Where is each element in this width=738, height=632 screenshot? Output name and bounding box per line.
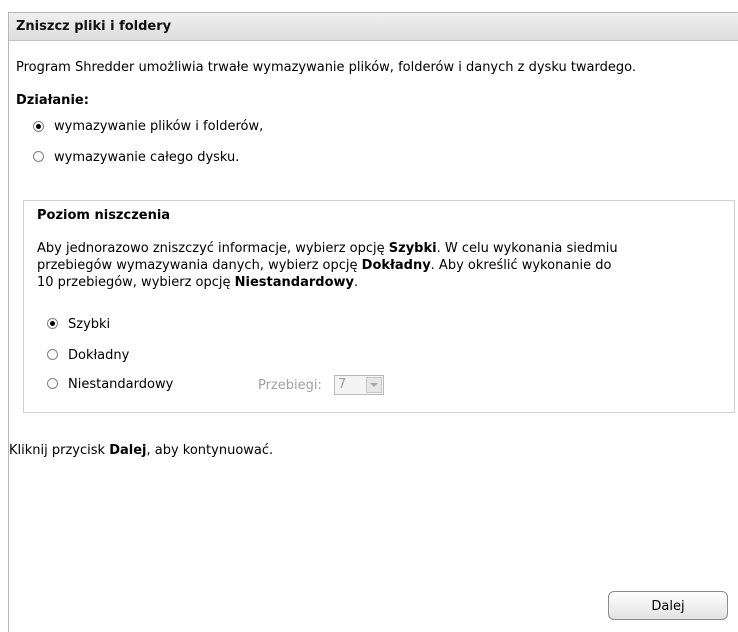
radio-erase-files-label[interactable]: wymazywanie plików i folderów, (54, 119, 263, 134)
shred-level-description: Aby jednorazowo zniszczyć informacje, wy… (37, 241, 618, 290)
page-title: Zniszcz pliki i foldery (9, 13, 738, 41)
radio-erase-files[interactable] (33, 121, 44, 132)
radio-erase-disk[interactable] (33, 151, 44, 162)
radio-thorough[interactable] (47, 349, 58, 360)
passes-label: Przebiegi: (258, 378, 322, 393)
intro-text: Program Shredder umożliwia trwałe wymazy… (16, 60, 636, 75)
radio-quick[interactable] (47, 318, 58, 329)
radio-thorough-label[interactable]: Dokładny (68, 348, 129, 363)
radio-custom-label[interactable]: Niestandardowy (68, 377, 173, 392)
chevron-down-icon[interactable] (366, 377, 382, 393)
passes-value: 7 (338, 377, 347, 392)
radio-erase-disk-label[interactable]: wymazywanie całego dysku. (54, 150, 239, 165)
next-button[interactable]: Dalej (608, 591, 728, 620)
shred-level-title: Poziom niszczenia (37, 208, 171, 223)
radio-custom[interactable] (47, 378, 58, 389)
radio-quick-label[interactable]: Szybki (68, 317, 110, 332)
action-label: Działanie: (16, 93, 89, 108)
passes-select[interactable]: 7 (334, 375, 384, 395)
footer-instruction: Kliknij przycisk Dalej, aby kontynuować. (9, 443, 274, 458)
